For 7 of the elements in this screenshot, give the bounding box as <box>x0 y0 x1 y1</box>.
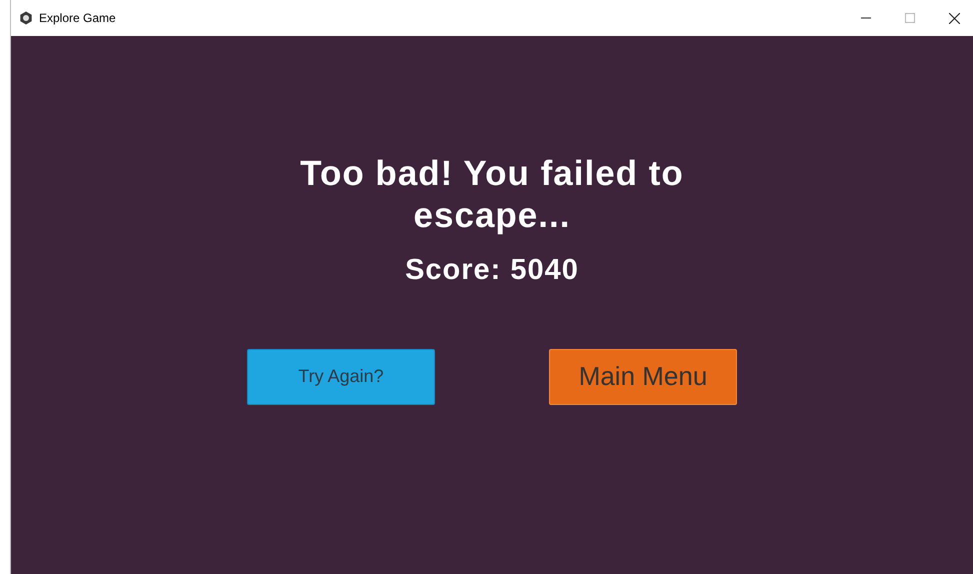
close-icon[interactable] <box>949 12 960 24</box>
window-title: Explore Game <box>39 10 116 27</box>
main-menu-button[interactable]: Main Menu <box>549 348 737 404</box>
message-text: Too bad! You failed to escape... <box>299 153 685 237</box>
try-again-button[interactable]: Try Again? <box>247 348 435 404</box>
app-icon <box>19 11 33 25</box>
score-text: Score: 5040 <box>405 253 579 288</box>
